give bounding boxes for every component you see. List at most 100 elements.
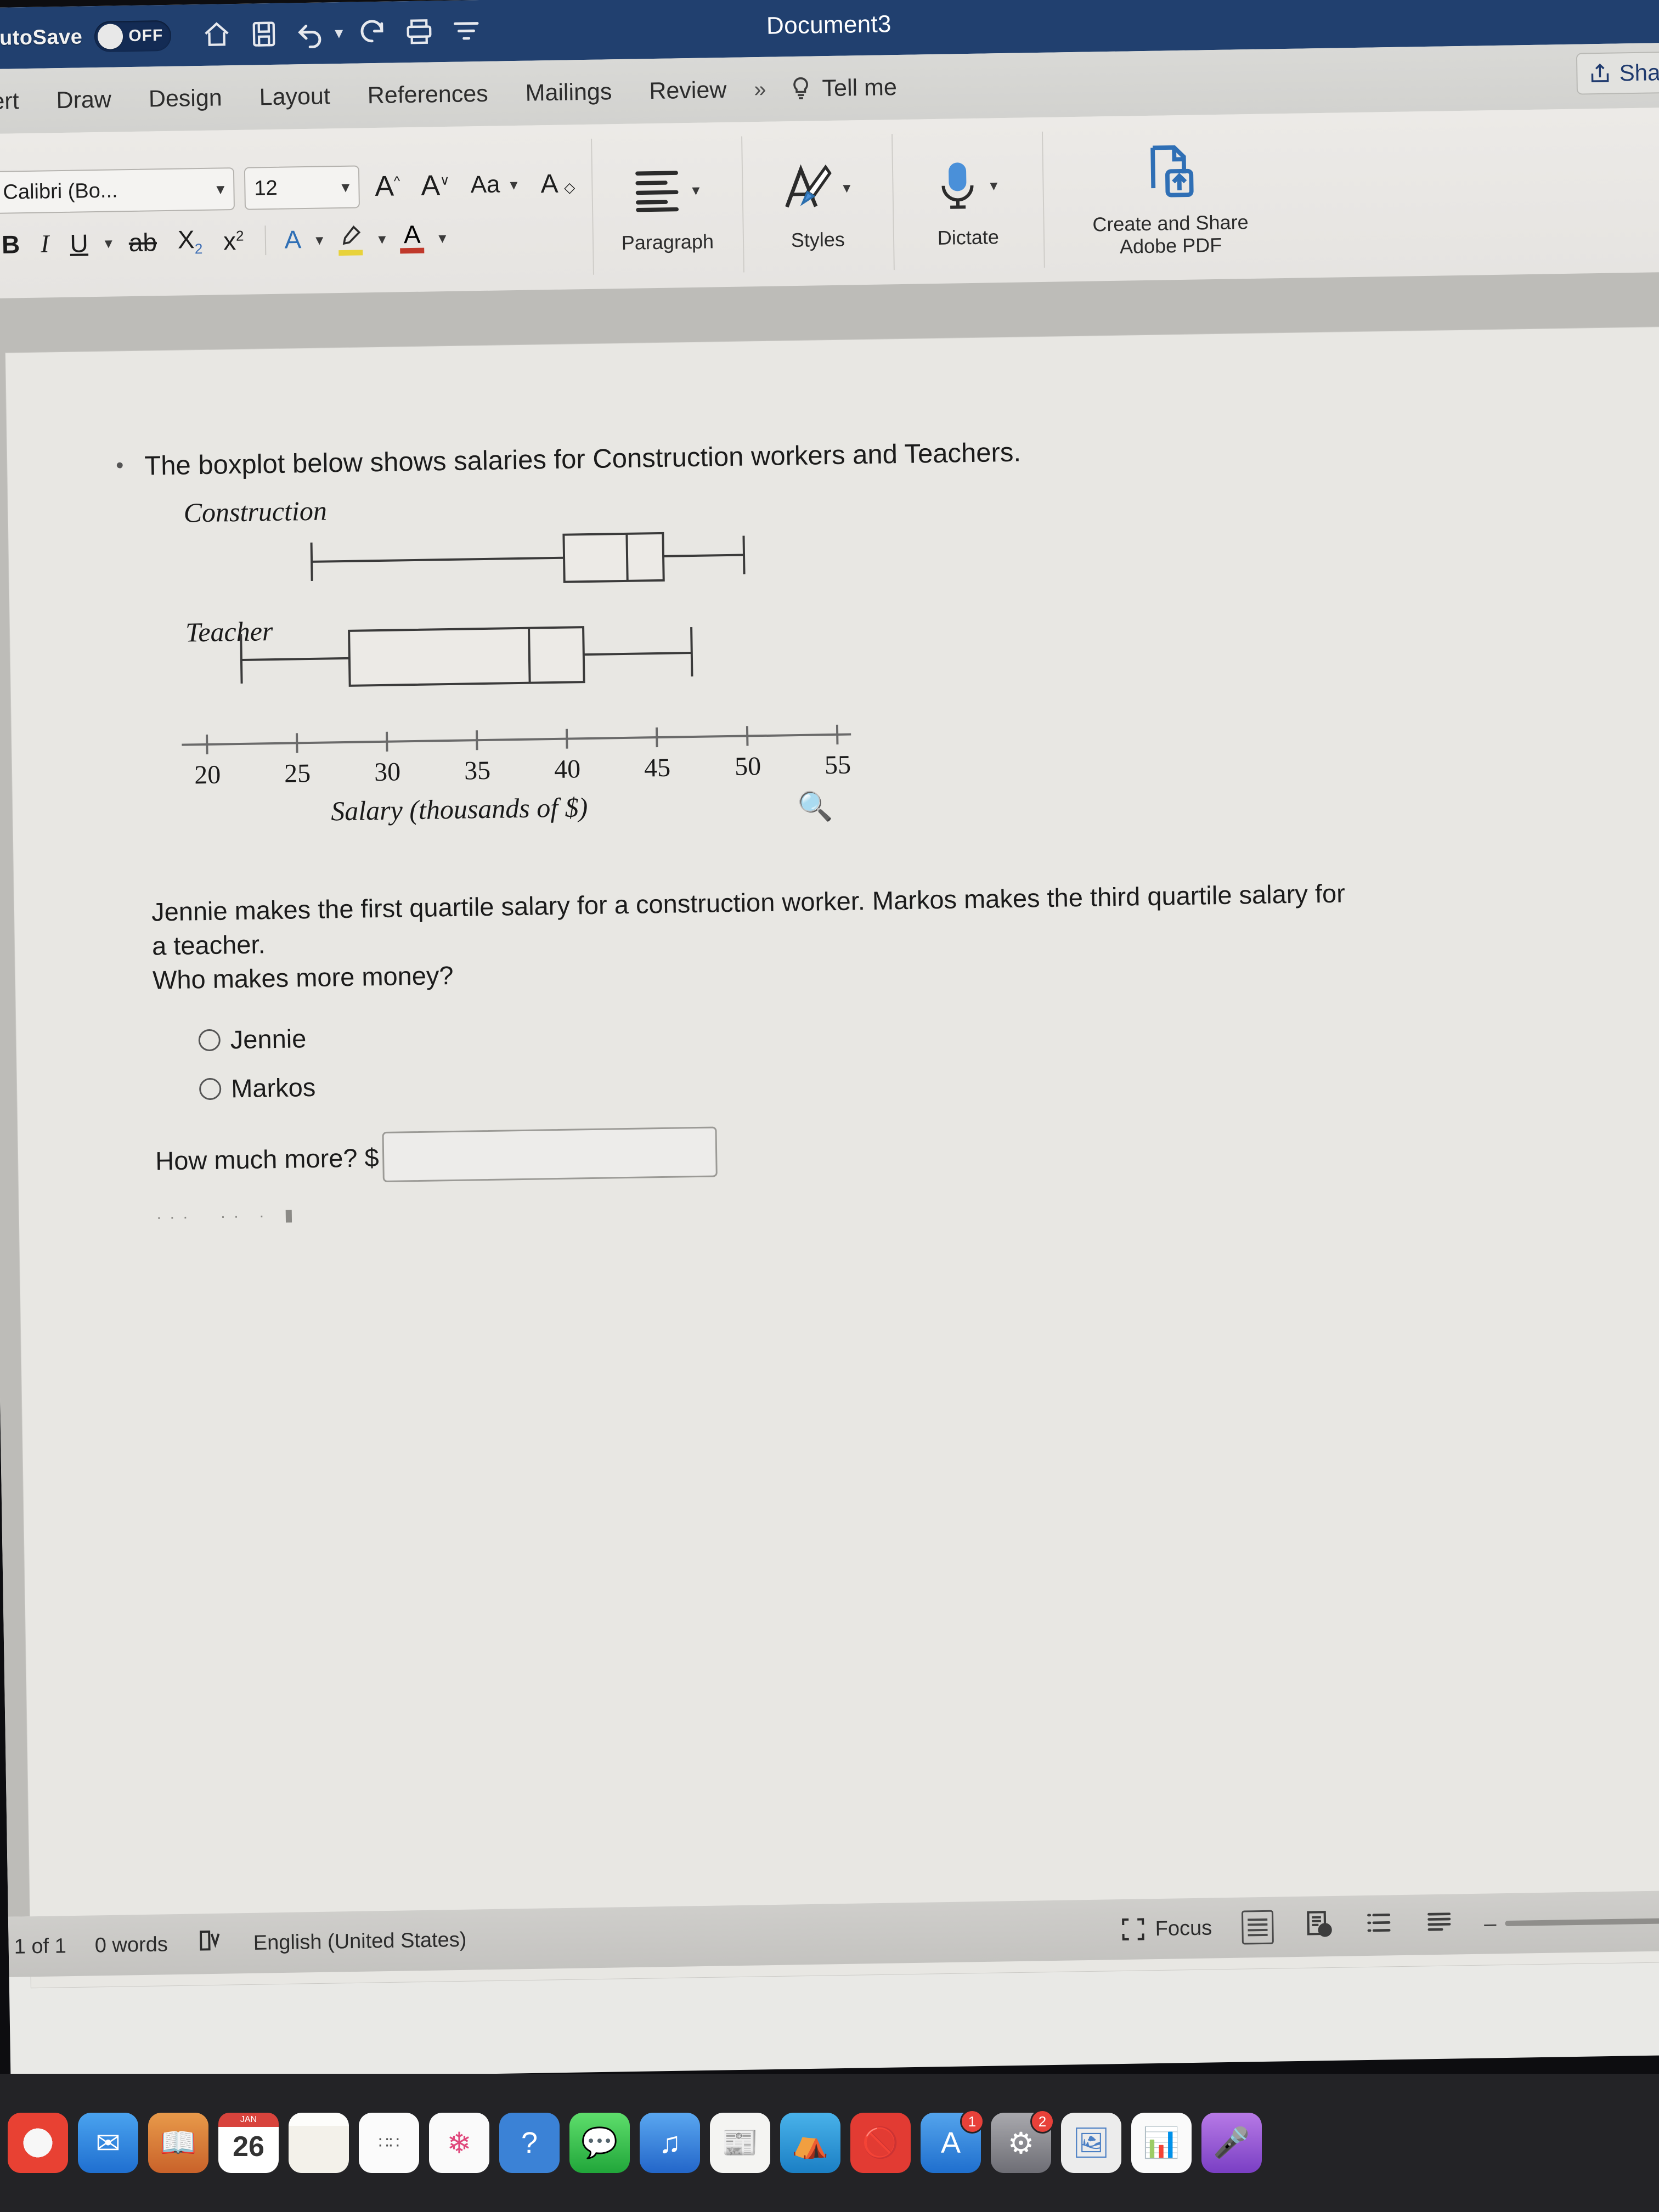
ribbon-home-tab: Calibri (Bo... ▾ 12 ▾ A^ A∨ Aa ▾ A ◇ B I… [0,107,1659,299]
calendar-icon[interactable]: JAN 26 [218,2113,279,2173]
underline-dropdown-caret-icon[interactable]: ▾ [101,234,116,252]
grow-font-button[interactable]: A^ [369,170,406,203]
tab-references[interactable]: References [348,80,507,110]
zoom-track[interactable] [1505,1918,1659,1927]
appstore-icon[interactable]: A 1 [921,2109,984,2173]
messages-icon[interactable]: 💬 [569,2113,630,2173]
styles-group[interactable]: ▾ Styles [741,120,894,286]
italic-button[interactable]: I [33,229,57,257]
page-indicator[interactable]: 1 of 1 [14,1934,66,1959]
tab-mailings[interactable]: Mailings [506,78,630,107]
change-case-label: Aa [470,171,500,199]
search-icon[interactable]: 🔍 [797,789,833,823]
keynote-icon[interactable]: ⛺ [780,2113,840,2173]
radio-markos[interactable] [199,1077,222,1101]
spell-check-icon[interactable] [196,1927,225,1961]
chevron-down-icon[interactable]: ▾ [986,176,1001,194]
create-share-pdf-group[interactable]: Create and Share Adobe PDF [1041,114,1299,282]
bold-button[interactable]: B [0,230,28,259]
autosave-toggle[interactable]: OFF [94,20,172,53]
save-icon[interactable] [242,13,286,56]
paragraph-align-icon: ▾ [630,157,703,224]
microphone-icon: ▾ [933,152,1001,219]
lightbulb-icon [793,77,808,99]
chevron-down-icon[interactable]: ▾ [435,228,450,246]
home-icon[interactable] [195,13,239,57]
zoom-slider[interactable]: – [1484,1908,1659,1936]
chevron-down-icon[interactable]: ▾ [375,229,390,247]
dictate-group[interactable]: ▾ Dictate [891,117,1044,284]
share-button[interactable]: Sha [1576,51,1659,95]
tell-me-button[interactable]: Tell me [775,73,910,104]
paragraph-group[interactable]: ▾ Paragraph [590,122,743,289]
radio-jennie[interactable] [198,1029,221,1052]
tab-review[interactable]: Review [630,76,746,105]
chevron-down-icon[interactable]: ▾ [839,178,854,196]
document-page[interactable]: • The boxplot below shows salaries for C… [5,327,1659,1988]
chrome-icon[interactable] [8,2113,68,2173]
choice-jennie-label: Jennie [230,1024,307,1054]
clear-formatting-button[interactable]: A ◇ [536,168,580,199]
numbers-icon[interactable]: 📊 [1131,2113,1192,2173]
redo-icon[interactable] [351,10,394,54]
tab-layout[interactable]: Layout [240,82,349,111]
outline-icon[interactable] [1363,1907,1395,1944]
underline-button[interactable]: U [62,229,96,258]
focus-button[interactable]: Focus [1120,1915,1212,1943]
superscript-button[interactable]: x2 [216,227,252,255]
font-color-button[interactable]: A [394,220,430,254]
choice-markos[interactable]: Markos [199,1051,1641,1104]
music-icon[interactable]: ♫ [640,2113,700,2173]
print-icon[interactable] [398,10,441,53]
change-case-button[interactable]: Aa ▾ [465,171,527,199]
print-layout-icon[interactable] [1241,1910,1274,1945]
tab-design[interactable]: Design [129,84,241,112]
draft-icon[interactable] [1424,1906,1455,1943]
chevron-down-icon[interactable]: ▾ [689,180,703,199]
create-share-pdf-label: Create and Share Adobe PDF [1092,210,1249,258]
undo-dropdown-caret-icon[interactable]: ▾ [335,23,343,42]
podcast-icon[interactable]: 🎤 [1201,2113,1262,2173]
font-size-combo[interactable]: 12 ▾ [244,165,360,210]
text-effects-button[interactable]: A [279,225,307,254]
answer-input[interactable] [381,1126,718,1183]
status-bar-right: Focus – [1120,1901,1659,1949]
choice-jennie[interactable]: Jennie [198,1002,1640,1055]
clear-formatting-label: A [540,169,557,199]
notes-icon[interactable] [289,2113,349,2173]
mail-icon[interactable]: ✉ [78,2113,138,2173]
tab-draw[interactable]: Draw [37,86,130,115]
word-count[interactable]: 0 words [94,1933,168,1957]
news-icon[interactable]: 📰 [710,2113,770,2173]
help-icon[interactable]: ? [499,2113,560,2173]
shrink-font-button[interactable]: A∨ [415,169,455,202]
zoom-out-button[interactable]: – [1484,1911,1497,1936]
undo-icon[interactable] [290,12,333,55]
settings-icon[interactable]: ⚙ 2 [991,2109,1054,2173]
photos-icon[interactable]: ❄ [429,2113,489,2173]
customize-toolbar-icon[interactable] [445,9,488,53]
axis-title-salary: Salary (thousands of $) [330,792,588,827]
font-name-combo[interactable]: Calibri (Bo... ▾ [0,167,235,214]
text-effects-label: A [284,225,302,254]
books-icon[interactable]: 📖 [148,2113,208,2173]
preview-icon[interactable]: 🖼 [1061,2113,1121,2173]
blocker-icon[interactable]: 🚫 [850,2113,911,2173]
tab-insert[interactable]: sert [0,87,38,115]
font-name-value: Calibri (Bo... [3,178,118,204]
axis-tick-25: 25 [284,759,311,789]
chevron-down-icon: ▾ [510,176,518,193]
paragraph-label: Paragraph [621,230,714,255]
highlight-button[interactable] [332,222,370,256]
answer-choices: Jennie Markos [198,1002,1641,1104]
styles-label: Styles [791,228,845,252]
tab-overflow-icon[interactable]: » [745,77,775,102]
strikethrough-button[interactable]: ab [121,228,165,257]
language-indicator[interactable]: English (United States) [253,1928,466,1955]
reminders-icon[interactable]: ∷∷ [359,2113,419,2173]
boxplot-figure: Construction Teacher 20 25 30 35 40 45 5… [145,484,973,837]
web-layout-icon[interactable] [1303,1907,1334,1946]
subscript-button[interactable]: X2 [170,225,211,257]
chevron-down-icon[interactable]: ▾ [312,230,327,249]
toggle-knob [97,24,123,49]
